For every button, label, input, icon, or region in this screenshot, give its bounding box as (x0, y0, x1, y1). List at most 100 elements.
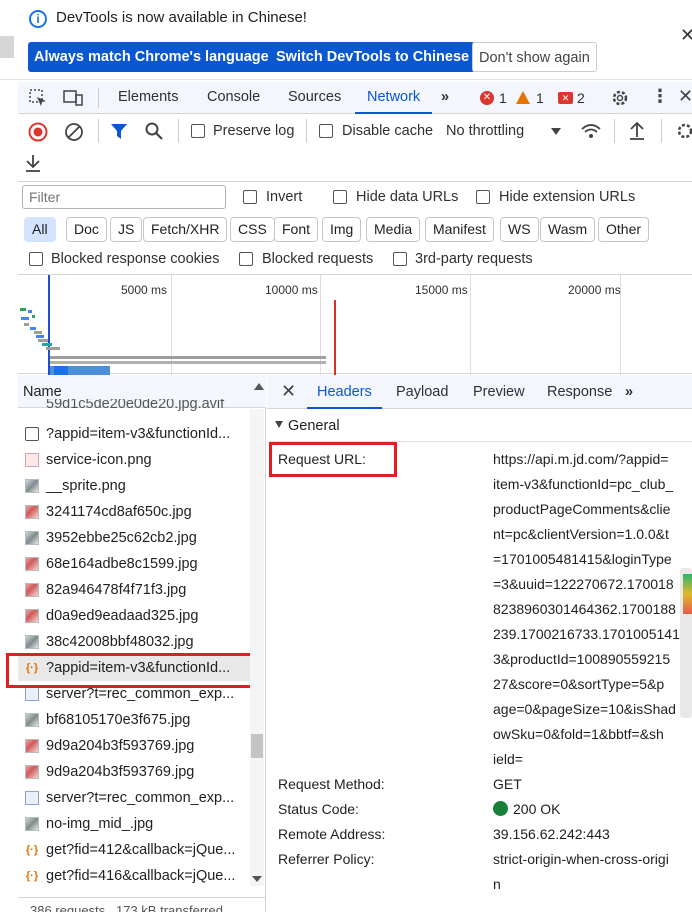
filter-funnel-icon[interactable] (110, 123, 128, 140)
filter-chip-fetch-xhr[interactable]: Fetch/XHR (143, 217, 228, 242)
filter-chip-font[interactable]: Font (274, 217, 319, 242)
request-url-value: ield= (493, 751, 523, 767)
issues-icon[interactable]: ✕ (558, 92, 573, 104)
filter-chip-doc[interactable]: Doc (66, 217, 107, 242)
filter-chip-manifest[interactable]: Manifest (425, 217, 494, 242)
filter-chip-media[interactable]: Media (366, 217, 421, 242)
warning-icon[interactable] (516, 91, 530, 104)
device-toolbar-icon[interactable] (63, 89, 83, 107)
remote-address-value: 39.156.62.242:443 (493, 826, 610, 842)
request-row[interactable]: service-icon.png (18, 447, 248, 473)
toolbar-divider (306, 119, 307, 143)
request-row[interactable]: 59d1c5de20e0de20.jpg.avif (18, 399, 248, 413)
disable-cache-checkbox[interactable] (319, 124, 333, 138)
filter-chip-other[interactable]: Other (598, 217, 650, 242)
detail-tab-preview[interactable]: Preview (473, 375, 525, 409)
request-row[interactable]: bf68105170e3f675.jpg (18, 707, 248, 733)
hide-extension-urls-checkbox[interactable] (476, 190, 490, 204)
request-row[interactable]: {·} get?fid=416&callback=jQue... (18, 863, 248, 889)
detail-tab-headers[interactable]: Headers (307, 375, 382, 409)
request-row[interactable]: d0a9ed9eadaad325.jpg (18, 603, 248, 629)
preserve-log-checkbox[interactable] (191, 124, 205, 138)
section-expand-icon[interactable] (275, 421, 283, 428)
warning-count[interactable]: 1 (536, 90, 544, 106)
request-row[interactable]: 38c42008bbf48032.jpg (18, 629, 248, 655)
tab-elements[interactable]: Elements (118, 82, 178, 114)
language-banner: i DevTools is now available in Chinese! … (0, 0, 692, 80)
hide-data-urls-checkbox[interactable] (333, 190, 347, 204)
settings-gear-icon[interactable] (610, 88, 630, 108)
general-section-title[interactable]: General (288, 418, 340, 434)
scroll-down-arrow-icon[interactable] (252, 876, 262, 882)
filter-chip-js[interactable]: JS (110, 217, 143, 242)
left-edge-strip (0, 36, 14, 58)
request-url-value: owSku=0&fold=1&bbtf=&sh (493, 726, 664, 742)
filter-chip-all[interactable]: All (24, 217, 56, 242)
more-options-icon[interactable]: ⋮ (651, 87, 669, 105)
request-row[interactable]: 82a946478f4f71f3.jpg (18, 577, 248, 603)
export-har-icon[interactable] (24, 153, 42, 173)
filter-input[interactable] (22, 185, 226, 209)
tab-console[interactable]: Console (207, 82, 260, 114)
detail-tab-response[interactable]: Response (547, 375, 612, 409)
request-row[interactable]: no-img_mid_.jpg (18, 811, 248, 837)
filter-chip-ws[interactable]: WS (500, 217, 539, 242)
request-row[interactable]: {·} get?fid=412&callback=jQue... (18, 837, 248, 863)
blocked-requests-checkbox[interactable] (239, 252, 253, 266)
tab-sources[interactable]: Sources (288, 82, 341, 114)
issues-count[interactable]: 2 (577, 90, 585, 106)
request-row[interactable]: ?appid=item-v3&functionId... (18, 421, 248, 447)
network-settings-gear-icon[interactable] (674, 121, 692, 141)
timeline-tick-label: 10000 ms (265, 283, 318, 297)
inspect-element-icon[interactable] (29, 89, 47, 107)
request-list-scrollbar[interactable] (250, 409, 264, 886)
error-icon[interactable]: ✕ (480, 91, 494, 105)
import-har-icon[interactable] (628, 121, 646, 141)
request-row[interactable]: 68e164adbe8c1599.jpg (18, 551, 248, 577)
hide-extension-urls-label: Hide extension URLs (499, 189, 636, 205)
scrollbar-thumb[interactable] (251, 734, 263, 758)
request-row[interactable]: 9d9a204b3f593769.jpg (18, 733, 248, 759)
detail-tab-payload[interactable]: Payload (396, 375, 448, 409)
request-url-value: item-v3&functionId=pc_club_ (493, 476, 674, 492)
more-tabs-icon[interactable]: » (441, 82, 449, 114)
request-row[interactable]: 3241174cd8af650c.jpg (18, 499, 248, 525)
chevron-down-icon[interactable] (551, 128, 561, 135)
filter-chip-wasm[interactable]: Wasm (540, 217, 596, 242)
third-party-checkbox[interactable] (393, 252, 407, 266)
status-bar: 386 requests 173 kB transferred (18, 897, 266, 912)
error-count[interactable]: 1 (499, 90, 507, 106)
status-code-label: Status Code: (278, 801, 359, 817)
request-row[interactable]: 3952ebbe25c62cb2.jpg (18, 525, 248, 551)
blocked-cookies-label: Blocked response cookies (51, 251, 220, 267)
floating-widget[interactable] (680, 568, 692, 718)
invert-checkbox[interactable] (243, 190, 257, 204)
timeline-tick-label: 15000 ms (415, 283, 468, 297)
record-stop-icon[interactable] (28, 122, 48, 142)
request-row[interactable]: server?t=rec_common_exp... (18, 785, 248, 811)
toolbar-divider (178, 119, 179, 143)
request-url-value: productPageComments&clie (493, 501, 671, 517)
clear-icon[interactable] (64, 122, 84, 142)
search-icon[interactable] (145, 122, 164, 141)
banner-close-icon[interactable]: ✕ (680, 25, 692, 46)
blocked-cookies-checkbox[interactable] (29, 252, 43, 266)
filter-chip-img[interactable]: Img (322, 217, 362, 242)
tab-network[interactable]: Network (355, 82, 433, 114)
request-url-value: nt=pc&clientVersion=1.0.0&t (493, 526, 669, 542)
throttling-select[interactable]: No throttling (446, 123, 524, 139)
close-devtools-icon[interactable]: ✕ (678, 86, 692, 107)
filter-chip-css[interactable]: CSS (230, 217, 275, 242)
always-match-language-button[interactable]: Always match Chrome's language (28, 42, 275, 72)
more-detail-tabs-icon[interactable]: » (625, 375, 633, 409)
preserve-log-label: Preserve log (213, 123, 295, 139)
switch-to-chinese-button[interactable]: Switch DevTools to Chinese (270, 42, 476, 72)
referrer-policy-label: Referrer Policy: (278, 851, 375, 867)
request-row[interactable]: __sprite.png (18, 473, 248, 499)
network-timeline-overview[interactable]: 5000 ms 10000 ms 15000 ms 20000 ms (18, 274, 692, 375)
dont-show-again-button[interactable]: Don't show again (472, 42, 597, 72)
sort-arrow-icon[interactable] (254, 383, 264, 390)
close-detail-icon[interactable]: ✕ (281, 381, 296, 402)
network-conditions-icon[interactable] (580, 121, 602, 141)
request-row[interactable]: 9d9a204b3f593769.jpg (18, 759, 248, 785)
